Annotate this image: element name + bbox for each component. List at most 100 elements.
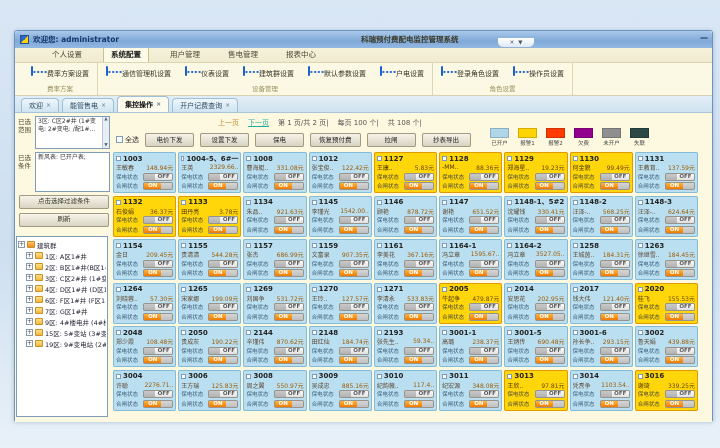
meter-card[interactable]: 1004-5、6#一 王英 2329.66.. 保电状态 OFF [178, 152, 241, 193]
meter-card[interactable]: 3001-5 王炳传 690.48元 保电状态 OFF [504, 326, 567, 367]
supply-status-toggle[interactable]: OFF [600, 260, 630, 268]
refresh-button[interactable]: 刷新 [19, 213, 109, 227]
meter-card[interactable]: 1264 刘晓蓉.. 57.30元 保电状态 OFF [113, 283, 176, 324]
card-checkbox[interactable] [116, 287, 121, 292]
meter-card[interactable]: 1159 文富录 907.35元 保电状态 OFF [309, 239, 372, 280]
tree-item[interactable]: 2区: B区1#井(B区1# [18, 261, 106, 272]
meter-card[interactable]: 1270 王玲.. 127.57元 保电状态 OFF [309, 283, 372, 324]
close-status-toggle[interactable]: ON [469, 182, 499, 190]
menu-item[interactable]: 系统配置 [103, 46, 149, 62]
close-status-toggle[interactable]: ON [143, 313, 173, 321]
card-checkbox[interactable] [573, 200, 578, 205]
ribbon-button[interactable]: ▪▪▪▪ 户电设置 [378, 66, 426, 81]
close-status-toggle[interactable]: ON [469, 269, 499, 277]
supply-status-toggle[interactable]: OFF [665, 347, 695, 355]
expander-icon[interactable] [26, 329, 33, 336]
supply-status-toggle[interactable]: OFF [469, 173, 499, 181]
supply-status-toggle[interactable]: OFF [665, 303, 695, 311]
close-status-toggle[interactable]: ON [143, 226, 173, 234]
supply-status-toggle[interactable]: OFF [535, 173, 565, 181]
supply-status-toggle[interactable]: OFF [274, 260, 304, 268]
close-status-toggle[interactable]: ON [665, 313, 695, 321]
close-status-toggle[interactable]: ON [600, 356, 630, 364]
document-tab[interactable]: 能管售电 × [62, 98, 114, 112]
card-checkbox[interactable] [312, 243, 317, 248]
supply-status-toggle[interactable]: OFF [143, 347, 173, 355]
card-checkbox[interactable] [507, 200, 512, 205]
toolbar-button[interactable]: 拉闸 [367, 133, 416, 147]
meter-card[interactable]: 2020 桂飞 155.53元 保电状态 OFF [635, 283, 698, 324]
meter-card[interactable]: 3001-1 高璐 238.37元 保电状态 OFF [439, 326, 502, 367]
card-checkbox[interactable] [442, 287, 447, 292]
card-checkbox[interactable] [573, 156, 578, 161]
close-status-toggle[interactable]: ON [143, 356, 173, 364]
meter-card[interactable]: 1155 贵清清 544.28元 保电状态 OFF [178, 239, 241, 280]
tab-close-icon[interactable]: × [225, 102, 230, 109]
ribbon-button[interactable]: ▪▪▪▪ 通信管理机设置 [104, 66, 173, 81]
meter-card[interactable]: 1132 石俊娟 36.37元 保电状态 OFF [113, 196, 176, 237]
close-status-toggle[interactable]: ON [665, 182, 695, 190]
meter-card[interactable]: 3013 王欣.. 97.81元 保电状态 OFF [504, 370, 567, 411]
select-all-checkbox[interactable] [116, 136, 123, 143]
close-status-toggle[interactable]: ON [404, 269, 434, 277]
supply-status-toggle[interactable]: OFF [600, 390, 630, 398]
card-checkbox[interactable] [116, 330, 121, 335]
supply-status-toggle[interactable]: OFF [600, 303, 630, 311]
document-tab[interactable]: 开户记费查询 × [172, 98, 238, 112]
close-status-toggle[interactable]: ON [665, 226, 695, 234]
supply-status-toggle[interactable]: OFF [469, 303, 499, 311]
meter-card[interactable]: 3009 吴成忠 885.16元 保电状态 OFF [309, 370, 372, 411]
card-checkbox[interactable] [377, 287, 382, 292]
close-status-toggle[interactable]: ON [274, 226, 304, 234]
card-checkbox[interactable] [116, 156, 121, 161]
tree-item[interactable]: 1区: A区1#井 [18, 250, 106, 261]
meter-card[interactable]: 1147 谢艳 651.52元 保电状态 OFF [439, 196, 502, 237]
card-checkbox[interactable] [507, 287, 512, 292]
card-checkbox[interactable] [181, 287, 186, 292]
card-checkbox[interactable] [246, 200, 251, 205]
next-page-link[interactable]: 下一页 [248, 118, 269, 128]
tab-close-icon[interactable]: × [156, 101, 161, 108]
card-checkbox[interactable] [442, 200, 447, 205]
supply-status-toggle[interactable]: OFF [535, 303, 565, 311]
tree-item[interactable]: 9区: 4#楼电井 (4#楼 [18, 316, 106, 327]
meter-card[interactable]: 1133 田丹亮 3.78元 保电状态 OFF [178, 196, 241, 237]
meter-card[interactable]: 1129 郑海星.. 19.23元 保电状态 OFF [504, 152, 567, 193]
supply-status-toggle[interactable]: OFF [339, 347, 369, 355]
supply-status-toggle[interactable]: OFF [143, 390, 173, 398]
menu-item[interactable]: 售电管理 [221, 47, 265, 62]
toolbar-button[interactable]: 电价下发 [145, 133, 194, 147]
tree-item[interactable]: 15区: 5#变站 (3#变电 [18, 327, 106, 338]
ribbon-button[interactable]: ▪▪▪▪ 费率方案设置 [29, 66, 91, 81]
ribbon-button[interactable]: ▪▪▪▪ 登录角色设置 [439, 66, 501, 81]
card-checkbox[interactable] [442, 374, 447, 379]
card-checkbox[interactable] [312, 156, 317, 161]
supply-status-toggle[interactable]: OFF [535, 216, 565, 224]
meter-card[interactable]: 2148 田红仙 184.74元 保电状态 OFF [309, 326, 372, 367]
meter-card[interactable]: 1265 宋家娜 199.09元 保电状态 OFF [178, 283, 241, 324]
close-status-toggle[interactable]: ON [600, 269, 630, 277]
supply-status-toggle[interactable]: OFF [469, 260, 499, 268]
meter-card[interactable]: 1148-2 汪泽-.. 568.25元 保电状态 OFF [570, 196, 633, 237]
close-status-toggle[interactable]: ON [208, 269, 238, 277]
prev-page-link[interactable]: 上一页 [218, 118, 239, 128]
supply-status-toggle[interactable]: OFF [469, 390, 499, 398]
close-status-toggle[interactable]: ON [339, 313, 369, 321]
meter-card[interactable]: 3006 王方瑞 125.83元 保电状态 OFF [178, 370, 241, 411]
meter-card[interactable]: 1148-3 汪泽-.. 624.64元 保电状态 OFF [635, 196, 698, 237]
meter-card[interactable]: 1008 曹海艇.. 331.08元 保电状态 OFF [243, 152, 306, 193]
meter-card[interactable]: 1271 李清永 533.83元 保电状态 OFF [374, 283, 437, 324]
card-checkbox[interactable] [638, 330, 643, 335]
close-status-toggle[interactable]: ON [535, 182, 565, 190]
card-checkbox[interactable] [246, 287, 251, 292]
window-skin-control[interactable]: ✕ ▼ [497, 38, 535, 48]
close-status-toggle[interactable]: ON [600, 400, 630, 408]
meter-card[interactable]: 3016 谢琦 339.25元 保电状态 OFF [635, 370, 698, 411]
close-status-toggle[interactable]: ON [339, 182, 369, 190]
meter-card[interactable]: 2005 牛起争 479.87元 保电状态 OFF [439, 283, 502, 324]
document-tab[interactable]: 集控操作 × [117, 96, 169, 112]
close-status-toggle[interactable]: ON [274, 313, 304, 321]
close-status-toggle[interactable]: ON [208, 356, 238, 364]
close-status-toggle[interactable]: ON [535, 356, 565, 364]
close-status-toggle[interactable]: ON [600, 182, 630, 190]
